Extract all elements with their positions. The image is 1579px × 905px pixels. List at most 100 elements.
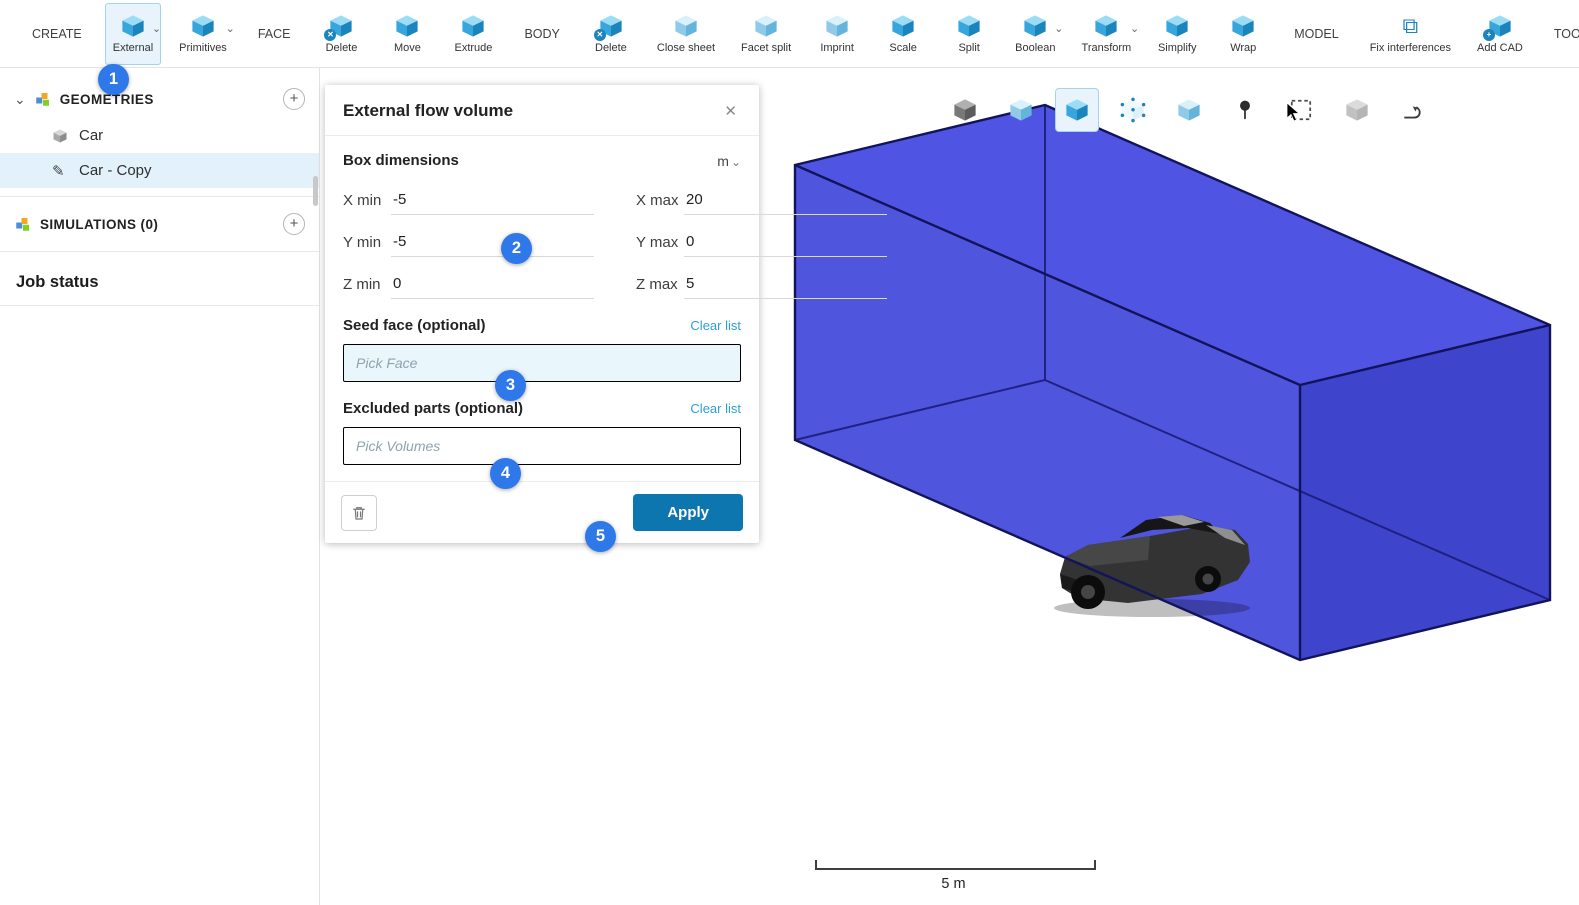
scale-bar xyxy=(815,860,1096,870)
apply-button[interactable]: Apply xyxy=(633,494,743,531)
chevron-down-icon[interactable]: ⌄ xyxy=(226,22,235,35)
imprint-button[interactable]: Imprint xyxy=(809,3,865,65)
primitives-cube-icon xyxy=(190,13,216,39)
zmax-input[interactable] xyxy=(684,269,887,299)
delete-mark-icon: ✕ xyxy=(594,29,606,41)
dialog-header: External flow volume ✕ xyxy=(325,85,759,136)
scale-button[interactable]: Scale xyxy=(875,3,931,65)
simulations-label: SIMULATIONS (0) xyxy=(40,217,158,232)
flow-volume-view-button[interactable] xyxy=(1055,88,1099,132)
primitives-button[interactable]: ⌄ Primitives xyxy=(171,3,235,65)
xmax-input[interactable] xyxy=(684,185,887,215)
divider xyxy=(0,196,319,197)
external-cube-icon xyxy=(120,13,146,39)
face-move-button[interactable]: Move xyxy=(379,3,435,65)
body-delete-button[interactable]: ✕ Delete xyxy=(583,3,639,65)
external-flow-button[interactable]: ⌄ External xyxy=(105,3,161,65)
solid-cube-icon xyxy=(952,97,978,123)
box-dimensions-label: Box dimensions xyxy=(343,152,459,169)
section-label-model: MODEL xyxy=(1294,27,1338,41)
viewport-toolbar xyxy=(943,88,1435,132)
simplify-button[interactable]: Simplify xyxy=(1149,3,1205,65)
solid-view-button[interactable] xyxy=(943,88,987,132)
step-badge-1: 1 xyxy=(98,64,129,95)
shaded-cube-icon xyxy=(1008,97,1034,123)
section-label-face: FACE xyxy=(258,27,291,41)
xmin-input[interactable] xyxy=(391,185,594,215)
fix-interferences-button[interactable]: ⧉ Fix interferences xyxy=(1362,3,1459,65)
transform-button[interactable]: ⌄ Transform xyxy=(1074,3,1140,65)
transform-cube-icon xyxy=(1093,13,1119,39)
tree-item-label: Car - Copy xyxy=(79,162,152,179)
add-mark-icon: + xyxy=(1483,29,1495,41)
step-badge-5: 5 xyxy=(585,521,616,552)
shaded-view-button[interactable] xyxy=(999,88,1043,132)
fix-interferences-icon: ⧉ xyxy=(1397,13,1423,39)
close-sheet-button[interactable]: Close sheet xyxy=(649,3,723,65)
zmin-input[interactable] xyxy=(391,269,594,299)
dimension-grid: X min X max Y min Y max Z min Z max xyxy=(343,185,741,299)
left-panel: ⌄ GEOMETRIES + Car ✎ Car - Copy SIMULATI… xyxy=(0,68,320,905)
probe-pin-button[interactable] xyxy=(1223,88,1267,132)
dialog-body: Box dimensions m⌄ X min X max Y min Y ma… xyxy=(325,136,759,481)
scale-cube-icon xyxy=(890,13,916,39)
step-badge-2: 2 xyxy=(501,233,532,264)
transparent-view-button[interactable] xyxy=(1167,88,1211,132)
xmax-label: X max xyxy=(636,192,684,209)
chevron-down-icon[interactable]: ⌄ xyxy=(152,22,161,35)
tree-item-car[interactable]: Car xyxy=(0,118,319,153)
step-badge-3: 3 xyxy=(495,370,526,401)
chevron-down-icon: ⌄ xyxy=(731,155,741,169)
face-extrude-cube-icon xyxy=(460,13,486,39)
facet-split-cube-icon xyxy=(753,13,779,39)
tree-item-label: Car xyxy=(79,127,103,144)
boolean-button[interactable]: ⌄ Boolean xyxy=(1007,3,1063,65)
face-move-cube-icon xyxy=(394,13,420,39)
boolean-cube-icon xyxy=(1022,13,1048,39)
step-badge-4: 4 xyxy=(490,458,521,489)
dialog-footer: Apply xyxy=(325,481,759,543)
geometries-header[interactable]: ⌄ GEOMETRIES + xyxy=(0,80,319,118)
facet-split-button[interactable]: Facet split xyxy=(733,3,799,65)
mouse-cursor-icon xyxy=(1286,102,1302,124)
geometries-icon xyxy=(34,90,52,108)
add-simulation-button[interactable]: + xyxy=(283,213,305,235)
job-status-header: Job status xyxy=(0,260,319,306)
face-delete-button[interactable]: ✕ Delete xyxy=(313,3,369,65)
chevron-down-icon[interactable]: ⌄ xyxy=(1130,22,1139,35)
vertex-view-button[interactable] xyxy=(1111,88,1155,132)
dialog-title: External flow volume xyxy=(343,101,513,121)
peel-face-icon xyxy=(1400,97,1426,123)
chevron-down-icon[interactable]: ⌄ xyxy=(1054,22,1063,35)
chevron-down-icon[interactable]: ⌄ xyxy=(14,91,26,108)
external-flow-volume-dialog: External flow volume ✕ Box dimensions m⌄… xyxy=(325,85,759,543)
cube-icon xyxy=(52,127,69,144)
ymin-input[interactable] xyxy=(391,227,594,257)
peel-face-button[interactable] xyxy=(1391,88,1435,132)
tree-item-car-copy[interactable]: ✎ Car - Copy xyxy=(0,153,319,188)
unit-select[interactable]: m⌄ xyxy=(717,153,741,169)
zmax-label: Z max xyxy=(636,276,684,293)
scrollbar-thumb[interactable] xyxy=(313,176,318,206)
seed-clear-list-link[interactable]: Clear list xyxy=(690,318,741,333)
pick-face-input[interactable] xyxy=(343,344,741,382)
pan-cube-icon xyxy=(1344,97,1370,123)
ymax-input[interactable] xyxy=(684,227,887,257)
section-label-tools: TOOLS xyxy=(1554,27,1579,41)
simulations-header[interactable]: SIMULATIONS (0) + xyxy=(0,205,319,243)
add-cad-button[interactable]: + Add CAD xyxy=(1469,3,1531,65)
add-geometry-button[interactable]: + xyxy=(283,88,305,110)
ymax-label: Y max xyxy=(636,234,684,251)
delete-dialog-button[interactable] xyxy=(341,495,377,531)
wrap-button[interactable]: Wrap xyxy=(1215,3,1271,65)
excluded-clear-list-link[interactable]: Clear list xyxy=(690,401,741,416)
pan-view-button[interactable] xyxy=(1335,88,1379,132)
close-icon[interactable]: ✕ xyxy=(720,100,741,122)
scale-label: 5 m xyxy=(815,876,1092,892)
face-extrude-button[interactable]: Extrude xyxy=(445,3,501,65)
xmin-label: X min xyxy=(343,192,391,209)
pick-volumes-input[interactable] xyxy=(343,427,741,465)
simulations-icon xyxy=(14,215,32,233)
split-button[interactable]: Split xyxy=(941,3,997,65)
edit-icon: ✎ xyxy=(52,162,69,179)
